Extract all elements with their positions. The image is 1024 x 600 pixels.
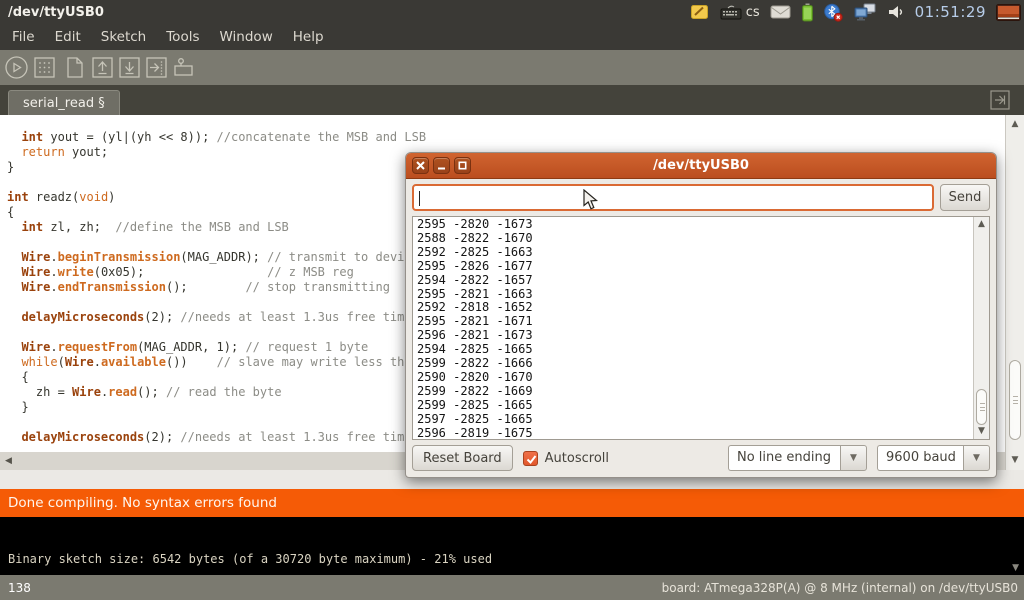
serial-row: 2599 -2822 -1669 <box>417 385 985 399</box>
menu-bar: FileEditSketchToolsWindowHelp <box>0 24 1024 50</box>
baud-rate-value[interactable]: 9600 baud <box>877 445 963 471</box>
keyboard-layout-label[interactable]: cs <box>746 5 760 20</box>
scroll-left-icon[interactable]: ◀ <box>5 456 12 466</box>
desktop-panel: /dev/ttyUSB0 cs 01:51:29 <box>0 0 1024 24</box>
network-icon[interactable] <box>853 3 877 21</box>
serial-row: 2590 -2820 -1670 <box>417 371 985 385</box>
scroll-up-icon[interactable]: ▲ <box>1006 120 1024 129</box>
editor-vertical-scrollbar[interactable]: ▲ ▼ <box>1005 115 1024 470</box>
serial-row: 2592 -2825 -1663 <box>417 246 985 260</box>
serial-row: 2595 -2821 -1671 <box>417 315 985 329</box>
volume-icon[interactable] <box>887 4 905 20</box>
serial-row: 2594 -2825 -1665 <box>417 343 985 357</box>
chevron-down-icon[interactable]: ▼ <box>840 445 867 471</box>
code-line: int yout = (yl|(yh << 8)); //concatenate… <box>7 130 1024 145</box>
status-bar: Done compiling. No syntax errors found <box>0 489 1024 517</box>
mail-icon[interactable] <box>770 5 791 19</box>
serial-row: 2596 -2821 -1673 <box>417 329 985 343</box>
serial-row: 2592 -2818 -1652 <box>417 301 985 315</box>
menu-item-sketch[interactable]: Sketch <box>91 25 156 49</box>
clock[interactable]: 01:51:29 <box>915 3 986 21</box>
session-monitor-icon[interactable] <box>996 4 1021 21</box>
maximize-icon[interactable] <box>454 157 471 174</box>
scroll-down-icon[interactable]: ▼ <box>1006 456 1024 465</box>
line-ending-value[interactable]: No line ending <box>728 445 840 471</box>
menu-item-file[interactable]: File <box>2 25 45 49</box>
serial-row: 2599 -2825 -1665 <box>417 399 985 413</box>
serial-row: 2596 -2819 -1675 <box>417 427 985 441</box>
serial-monitor-button[interactable] <box>171 55 196 80</box>
new-sketch-button[interactable] <box>62 55 87 80</box>
menu-item-help[interactable]: Help <box>283 25 334 49</box>
send-button[interactable]: Send <box>940 184 990 211</box>
serial-row: 2595 -2820 -1673 <box>417 218 985 232</box>
serial-row: 2595 -2821 -1663 <box>417 288 985 302</box>
console-output[interactable]: Binary sketch size: 6542 bytes (of a 307… <box>0 517 1024 575</box>
board-info: board: ATmega328P(A) @ 8 MHz (internal) … <box>662 581 1024 595</box>
reset-board-button[interactable]: Reset Board <box>412 445 513 471</box>
serial-row: 2597 -2825 -1665 <box>417 413 985 427</box>
serial-input[interactable] <box>412 184 934 211</box>
note-icon[interactable] <box>690 3 710 21</box>
menu-item-edit[interactable]: Edit <box>45 25 91 49</box>
console-scroll-down-icon[interactable]: ▼ <box>1012 563 1019 573</box>
serial-monitor-titlebar[interactable]: /dev/ttyUSB0 <box>406 153 996 179</box>
close-icon[interactable] <box>412 157 429 174</box>
scroll-down-icon[interactable]: ▼ <box>974 427 989 436</box>
battery-icon[interactable] <box>801 3 814 22</box>
serial-row: 2594 -2822 -1657 <box>417 274 985 288</box>
tab-serial-read[interactable]: serial_read § <box>8 90 120 115</box>
serial-scrollbar[interactable]: ▲ ▼ <box>973 217 989 439</box>
serial-output-panel[interactable]: 2595 -2820 -16732588 -2822 -16702592 -28… <box>412 216 990 440</box>
tab-menu-icon[interactable] <box>990 90 1010 114</box>
serial-monitor-title: /dev/ttyUSB0 <box>406 158 996 173</box>
mouse-cursor <box>583 189 599 215</box>
toolbar <box>0 50 1024 85</box>
scroll-up-icon[interactable]: ▲ <box>974 220 989 229</box>
serial-row: 2599 -2822 -1666 <box>417 357 985 371</box>
menu-item-window[interactable]: Window <box>210 25 283 49</box>
save-sketch-button[interactable] <box>117 55 142 80</box>
chevron-down-icon[interactable]: ▼ <box>963 445 990 471</box>
serial-monitor-window: /dev/ttyUSB0 Send 2595 -2820 -16732588 -… <box>405 152 997 478</box>
system-tray: cs 01:51:29 <box>690 3 1024 22</box>
editor-scrollbar-thumb[interactable] <box>1009 360 1021 440</box>
serial-row: 2595 -2826 -1677 <box>417 260 985 274</box>
menu-item-tools[interactable]: Tools <box>156 25 209 49</box>
serial-row: 2588 -2822 -1670 <box>417 232 985 246</box>
autoscroll-checkbox[interactable] <box>523 451 538 466</box>
baud-rate-dropdown[interactable]: 9600 baud ▼ <box>877 445 990 471</box>
verify-button[interactable] <box>4 55 29 80</box>
upload-button[interactable] <box>144 55 169 80</box>
autoscroll-label: Autoscroll <box>545 451 609 466</box>
bluetooth-icon[interactable] <box>824 3 843 22</box>
footer-bar: 138 board: ATmega328P(A) @ 8 MHz (intern… <box>0 575 1024 600</box>
serial-monitor-body: Send 2595 -2820 -16732588 -2822 -1670259… <box>406 179 996 477</box>
open-sketch-button[interactable] <box>90 55 115 80</box>
minimize-icon[interactable] <box>433 157 450 174</box>
tab-bar: serial_read § <box>0 85 1024 115</box>
text-caret <box>419 191 420 206</box>
line-number: 138 <box>0 581 31 595</box>
serial-output-rows: 2595 -2820 -16732588 -2822 -16702592 -28… <box>413 217 989 442</box>
serial-scrollbar-thumb[interactable] <box>976 389 987 425</box>
keyboard-layout-icon[interactable] <box>720 5 742 20</box>
stop-button[interactable] <box>32 55 57 80</box>
active-window-title: /dev/ttyUSB0 <box>0 5 104 20</box>
line-ending-dropdown[interactable]: No line ending ▼ <box>728 445 867 471</box>
